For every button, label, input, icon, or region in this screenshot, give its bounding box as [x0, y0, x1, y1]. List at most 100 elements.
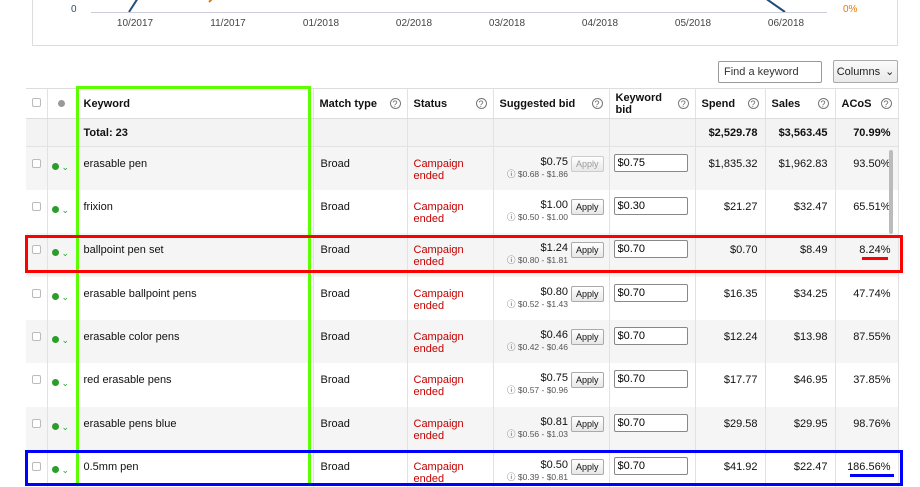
- table-row[interactable]: ⌄ ballpoint pen set Broad Campaign ended…: [26, 233, 899, 277]
- status-cell: Campaign ended: [407, 276, 494, 321]
- apply-bid-button[interactable]: Apply: [570, 459, 604, 476]
- table-row[interactable]: ⌄ erasable color pens Broad Campaign end…: [26, 320, 899, 364]
- table-row[interactable]: ⌄ erasable pens blue Broad Campaign ende…: [26, 406, 899, 451]
- keyword-cell: red erasable pens: [77, 363, 314, 407]
- table-row[interactable]: ⌄ red erasable pens Broad Campaign ended…: [26, 363, 899, 407]
- apply-bid-button[interactable]: Apply: [570, 372, 604, 389]
- enabled-status-dot-icon: [51, 336, 59, 344]
- keyword-bid-input[interactable]: [613, 327, 688, 346]
- state-cell[interactable]: ⌄: [47, 146, 78, 190]
- state-cell[interactable]: ⌄: [47, 233, 78, 277]
- status-cell: Campaign ended: [407, 406, 494, 451]
- sales-header[interactable]: Sales?: [765, 88, 836, 119]
- chart-x-tick: 11/2017: [210, 18, 246, 29]
- help-icon[interactable]: ?: [389, 98, 401, 109]
- suggested-bid-value: $0.46: [540, 329, 568, 342]
- keyword-bid-input[interactable]: [613, 370, 688, 389]
- spend-header[interactable]: Spend?: [695, 88, 766, 119]
- apply-bid-button[interactable]: Apply: [570, 329, 604, 346]
- keyword-bid-header[interactable]: Keyword bid?: [609, 88, 696, 119]
- spend-cell: $0.70: [695, 233, 766, 277]
- help-icon[interactable]: ?: [747, 98, 759, 109]
- row-checkbox[interactable]: [32, 375, 41, 385]
- chevron-down-icon[interactable]: ⌄: [62, 248, 70, 259]
- row-checkbox[interactable]: [32, 159, 41, 168]
- keyword-bid-input[interactable]: [613, 196, 688, 215]
- chevron-down-icon[interactable]: ⌄: [62, 335, 70, 346]
- state-cell[interactable]: ⌄: [47, 276, 78, 321]
- keyword-bid-input[interactable]: [613, 413, 688, 432]
- state-cell[interactable]: ⌄: [47, 406, 78, 451]
- suggested-bid-header[interactable]: Suggested bid?: [493, 88, 610, 119]
- match-type-cell: Broad: [313, 406, 408, 451]
- performance-chart: 0 0% 10/2017 11/2017 01/2018 02/2018 03/…: [32, 0, 898, 46]
- table-row[interactable]: ⌄ 0.5mm pen Broad Campaign ended $0.50 ⓘ…: [26, 450, 899, 487]
- state-cell[interactable]: ⌄: [47, 189, 78, 234]
- apply-bid-button[interactable]: Apply: [570, 156, 604, 172]
- apply-bid-button[interactable]: Apply: [570, 415, 604, 432]
- row-checkbox[interactable]: [32, 462, 41, 472]
- keyword-bid-cell: [609, 363, 696, 407]
- chevron-down-icon[interactable]: ⌄: [62, 292, 70, 303]
- suggested-bid-cell: $1.24 ⓘ $0.80 - $1.81 Apply: [493, 233, 610, 277]
- keyword-cell: ballpoint pen set: [77, 233, 314, 277]
- find-keyword-input[interactable]: [718, 61, 822, 83]
- keyword-bid-cell: [609, 450, 696, 487]
- keyword-bid-input[interactable]: [613, 154, 688, 172]
- acos-header[interactable]: ACoS?: [835, 88, 899, 119]
- keyword-bid-input[interactable]: [613, 283, 688, 302]
- help-icon[interactable]: ?: [591, 98, 603, 109]
- table-row[interactable]: ⌄ frixion Broad Campaign ended $1.00 ⓘ $…: [26, 189, 899, 234]
- sales-cell: $13.98: [765, 320, 836, 364]
- suggested-bid-range: ⓘ $0.80 - $1.81: [507, 255, 568, 266]
- table-row[interactable]: ⌄ erasable pen Broad Campaign ended $0.7…: [26, 146, 899, 190]
- columns-button[interactable]: Columns ⌄: [833, 60, 898, 83]
- keyword-cell: 0.5mm pen: [77, 450, 314, 487]
- keywords-table: Keyword Match type? Status? Suggested bi…: [26, 88, 899, 487]
- apply-bid-button[interactable]: Apply: [570, 285, 604, 302]
- help-icon[interactable]: ?: [880, 98, 892, 109]
- sales-cell: $22.47: [765, 450, 836, 487]
- suggested-bid-range: ⓘ $0.42 - $0.46: [507, 342, 568, 353]
- status-header[interactable]: Status?: [407, 88, 494, 119]
- chart-y-left-label: 0: [71, 4, 77, 15]
- spend-cell: $16.35: [695, 276, 766, 321]
- chevron-down-icon[interactable]: ⌄: [62, 422, 70, 433]
- state-cell[interactable]: ⌄: [47, 450, 78, 487]
- total-acos: 70.99%: [835, 118, 899, 147]
- help-icon[interactable]: ?: [817, 98, 829, 109]
- help-icon[interactable]: ?: [677, 98, 689, 109]
- state-header: [47, 88, 78, 119]
- row-checkbox[interactable]: [32, 418, 41, 428]
- apply-bid-button[interactable]: Apply: [570, 198, 604, 215]
- chevron-down-icon[interactable]: ⌄: [62, 378, 70, 389]
- row-checkbox[interactable]: [32, 332, 41, 342]
- table-scrollbar[interactable]: [889, 150, 893, 234]
- select-all-checkbox[interactable]: [32, 97, 41, 107]
- sales-cell: $34.25: [765, 276, 836, 321]
- row-checkbox[interactable]: [32, 245, 41, 255]
- enabled-status-dot-icon: [51, 422, 59, 430]
- chevron-down-icon[interactable]: ⌄: [62, 162, 70, 173]
- keyword-header[interactable]: Keyword: [77, 88, 314, 119]
- keyword-bid-input[interactable]: [613, 457, 688, 476]
- chevron-down-icon[interactable]: ⌄: [62, 205, 70, 216]
- state-cell[interactable]: ⌄: [47, 320, 78, 364]
- apply-bid-button[interactable]: Apply: [570, 242, 604, 259]
- sales-cell: $1,962.83: [765, 146, 836, 190]
- row-checkbox[interactable]: [32, 288, 41, 298]
- acos-cell: 87.55%: [835, 320, 899, 364]
- suggested-bid-value: $0.75: [540, 156, 568, 168]
- sales-cell: $46.95: [765, 363, 836, 407]
- row-checkbox[interactable]: [32, 201, 41, 211]
- keyword-bid-input[interactable]: [613, 240, 688, 259]
- table-row[interactable]: ⌄ erasable ballpoint pens Broad Campaign…: [26, 276, 899, 321]
- help-icon[interactable]: ?: [475, 98, 487, 109]
- match-type-header[interactable]: Match type?: [313, 88, 408, 119]
- chevron-down-icon[interactable]: ⌄: [62, 465, 70, 476]
- spend-cell: $12.24: [695, 320, 766, 364]
- status-cell: Campaign ended: [407, 320, 494, 364]
- state-cell[interactable]: ⌄: [47, 363, 78, 407]
- match-type-cell: Broad: [313, 363, 408, 407]
- suggested-bid-cell: $0.81 ⓘ $0.56 - $1.03 Apply: [493, 406, 610, 451]
